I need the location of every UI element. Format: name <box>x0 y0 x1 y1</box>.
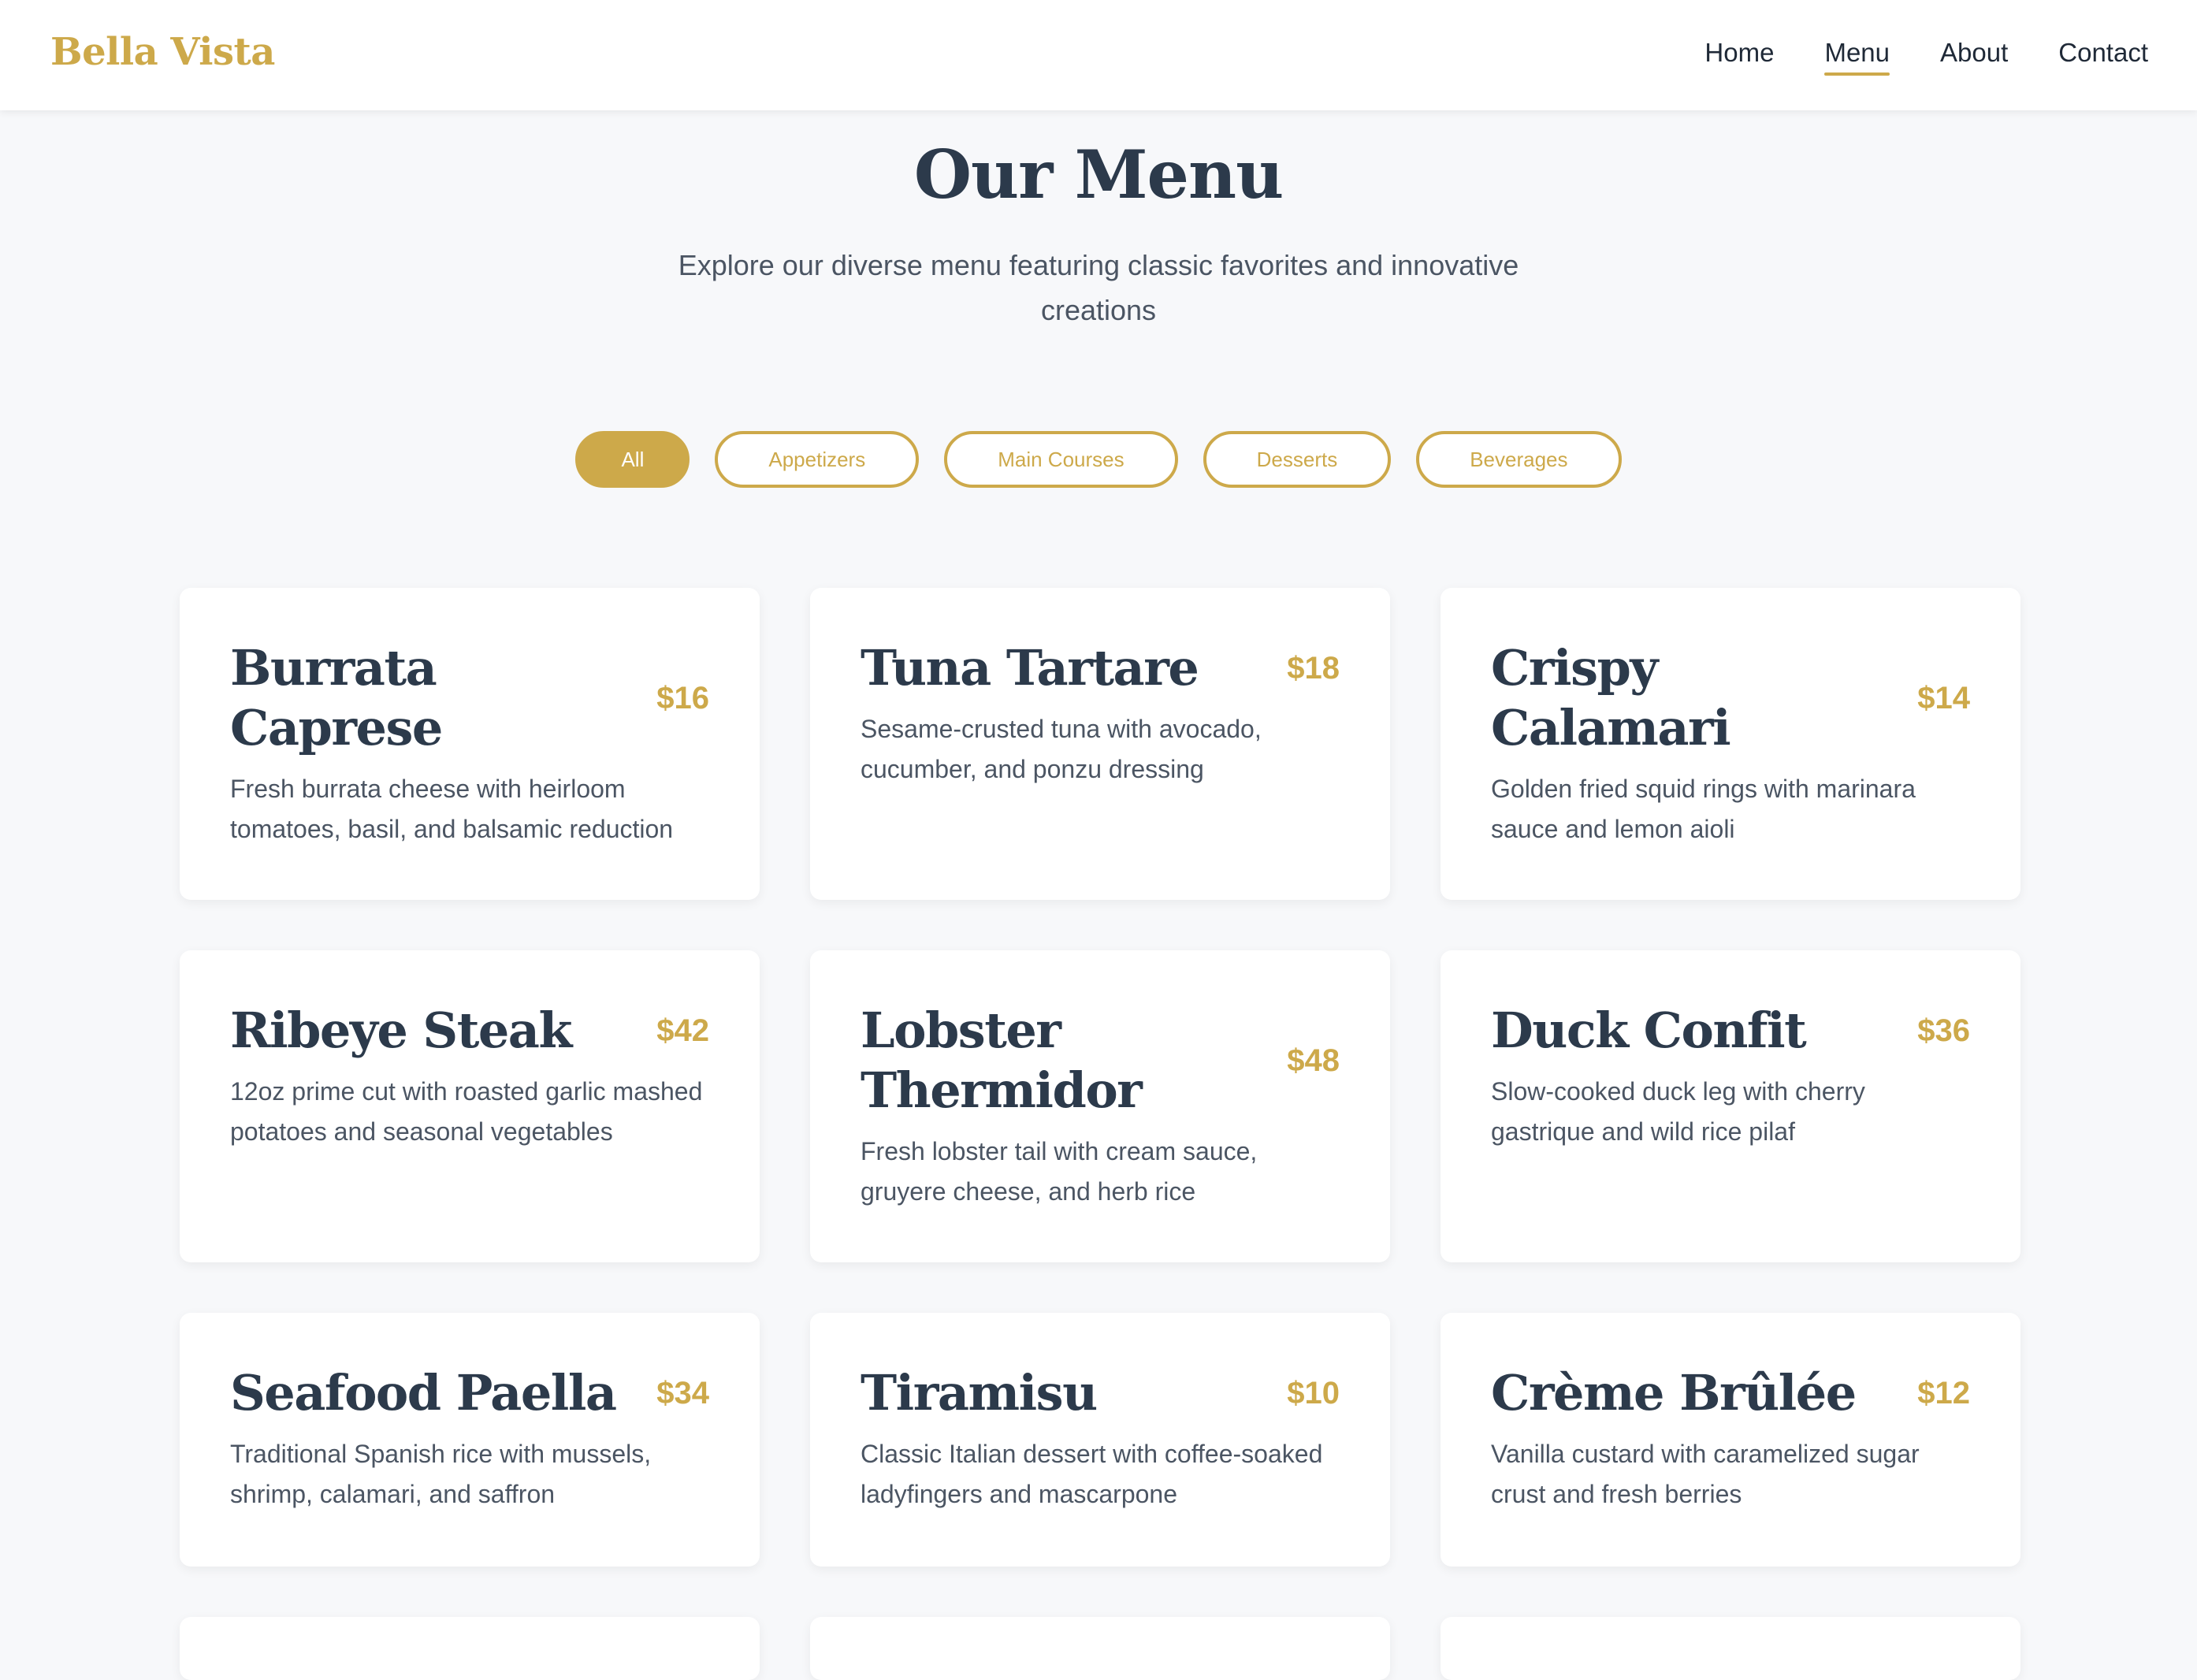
filter-all-button[interactable]: All <box>575 431 690 488</box>
filter-beverages-button[interactable]: Beverages <box>1416 431 1622 488</box>
dish-description: 12oz prime cut with roasted garlic mashe… <box>230 1077 703 1146</box>
dish-description: Fresh burrata cheese with heirloom tomat… <box>230 775 674 843</box>
dish-description: Fresh lobster tail with cream sauce, gru… <box>861 1137 1258 1206</box>
menu-card-header: Crispy Calamari $14 <box>1491 638 1970 758</box>
dish-price: $14 <box>1917 680 1970 715</box>
dish-price: $10 <box>1287 1375 1340 1411</box>
menu-card-header: Tiramisu $10 <box>861 1363 1340 1423</box>
dish-description: Vanilla custard with caramelized sugar c… <box>1491 1440 1920 1508</box>
dish-price: $48 <box>1287 1043 1340 1078</box>
menu-grid: Burrata Caprese $16 Fresh burrata cheese… <box>180 588 2020 1680</box>
menu-card: Crème Brûlée $12 Vanilla custard with ca… <box>1441 1313 2020 1567</box>
dish-description: Traditional Spanish rice with mussels, s… <box>230 1440 652 1508</box>
menu-card-header: Lobster Thermidor $48 <box>861 1001 1340 1121</box>
dish-description: Sesame-crusted tuna with avocado, cucumb… <box>861 715 1262 783</box>
dish-name: Lobster Thermidor <box>861 1002 1143 1119</box>
main-nav: Home Menu About Contact <box>1704 38 2148 76</box>
dish-description: Slow-cooked duck leg with cherry gastriq… <box>1491 1077 1865 1146</box>
menu-card-header: Crème Brûlée $12 <box>1491 1363 1970 1423</box>
dish-price: $34 <box>656 1375 709 1411</box>
dish-name: Crispy Calamari <box>1491 639 1731 756</box>
menu-card: Seafood Paella $34 Traditional Spanish r… <box>180 1313 760 1567</box>
menu-card: Crispy Calamari $14 Golden fried squid r… <box>1441 588 2020 900</box>
dish-name: Tuna Tartare <box>861 639 1199 697</box>
dish-price: $12 <box>1917 1375 1970 1411</box>
dish-name: Crème Brûlée <box>1491 1364 1857 1422</box>
site-header: Bella Vista Home Menu About Contact <box>0 0 2197 110</box>
menu-card-partial <box>1441 1617 2020 1680</box>
menu-card: Lobster Thermidor $48 Fresh lobster tail… <box>810 950 1390 1262</box>
filter-desserts-button[interactable]: Desserts <box>1203 431 1392 488</box>
nav-home[interactable]: Home <box>1704 38 1774 76</box>
dish-name: Seafood Paella <box>230 1364 617 1422</box>
dish-name: Duck Confit <box>1491 1002 1807 1059</box>
menu-card: Duck Confit $36 Slow-cooked duck leg wit… <box>1441 950 2020 1262</box>
menu-card: Tiramisu $10 Classic Italian dessert wit… <box>810 1313 1390 1567</box>
dish-price: $36 <box>1917 1013 1970 1048</box>
dish-price: $42 <box>656 1013 709 1048</box>
menu-card-header: Tuna Tartare $18 <box>861 638 1340 698</box>
menu-card-partial <box>180 1617 760 1680</box>
menu-card: Burrata Caprese $16 Fresh burrata cheese… <box>180 588 760 900</box>
menu-card-partial <box>810 1617 1390 1680</box>
filter-main-courses-button[interactable]: Main Courses <box>944 431 1178 488</box>
filter-appetizers-button[interactable]: Appetizers <box>715 431 920 488</box>
menu-card-header: Ribeye Steak $42 <box>230 1001 709 1061</box>
menu-card-header: Duck Confit $36 <box>1491 1001 1970 1061</box>
dish-name: Ribeye Steak <box>230 1002 572 1059</box>
nav-contact[interactable]: Contact <box>2058 38 2148 76</box>
nav-menu[interactable]: Menu <box>1824 38 1890 76</box>
menu-card: Tuna Tartare $18 Sesame-crusted tuna wit… <box>810 588 1390 900</box>
dish-price: $18 <box>1287 650 1340 686</box>
page-subtitle: Explore our diverse menu featuring class… <box>678 249 1519 326</box>
menu-card: Ribeye Steak $42 12oz prime cut with roa… <box>180 950 760 1262</box>
category-filters: All Appetizers Main Courses Desserts Bev… <box>0 431 2197 488</box>
nav-about[interactable]: About <box>1940 38 2008 76</box>
page-title: Our Menu <box>913 136 1284 214</box>
menu-card-header: Seafood Paella $34 <box>230 1363 709 1423</box>
dish-description: Classic Italian dessert with coffee-soak… <box>861 1440 1323 1508</box>
dish-description: Golden fried squid rings with marinara s… <box>1491 775 1916 843</box>
dish-name: Tiramisu <box>861 1364 1098 1422</box>
dish-price: $16 <box>656 680 709 715</box>
logo[interactable]: Bella Vista <box>50 30 275 74</box>
dish-name: Burrata Caprese <box>230 639 443 756</box>
menu-card-header: Burrata Caprese $16 <box>230 638 709 758</box>
